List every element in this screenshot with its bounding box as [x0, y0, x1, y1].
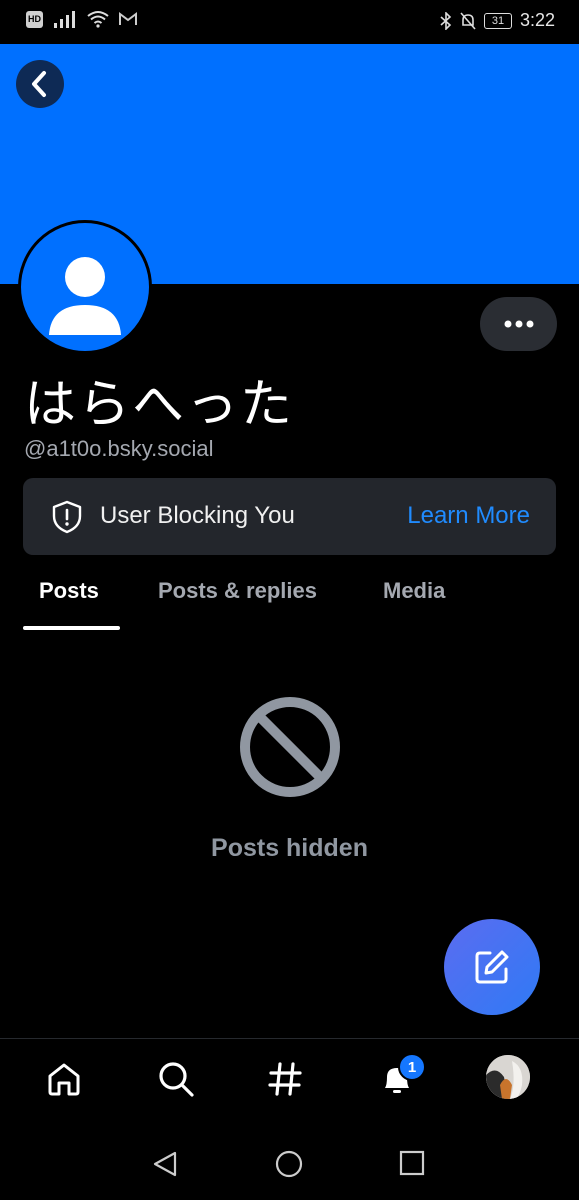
hashtag-icon: [268, 1062, 302, 1096]
wifi-icon: [87, 11, 109, 28]
system-back-icon[interactable]: [152, 1150, 178, 1178]
nav-profile-avatar[interactable]: [486, 1055, 530, 1099]
bottom-navigation: 1: [0, 1038, 579, 1121]
nav-home[interactable]: [44, 1059, 84, 1099]
block-notice: User Blocking You Learn More: [23, 478, 556, 555]
block-notice-text: User Blocking You: [100, 502, 295, 529]
chevron-left-icon: [32, 71, 46, 97]
profile-handle: @a1t0o.bsky.social: [24, 436, 214, 461]
gmail-icon: [119, 12, 137, 25]
more-options-button[interactable]: [480, 297, 557, 351]
notification-count-badge: 1: [398, 1053, 426, 1081]
default-user-icon: [49, 257, 121, 335]
bluetooth-icon: [440, 11, 452, 30]
battery-indicator: 31: [483, 12, 512, 29]
tab-posts-replies[interactable]: Posts & replies: [158, 578, 317, 604]
compose-icon: [475, 950, 509, 984]
search-icon: [159, 1062, 194, 1097]
system-navigation-bar: [0, 1120, 579, 1200]
status-left: HD: [26, 10, 137, 28]
status-time: 3:22: [519, 10, 555, 30]
signal-icon: [54, 11, 75, 28]
status-right: 31 3:22: [440, 10, 555, 31]
system-home-icon[interactable]: [275, 1150, 303, 1178]
user-photo-icon: [486, 1055, 530, 1099]
tab-posts[interactable]: Posts: [39, 578, 99, 604]
profile-avatar[interactable]: [18, 220, 152, 354]
posts-hidden-message: Posts hidden: [211, 834, 368, 862]
learn-more-link[interactable]: Learn More: [407, 502, 530, 530]
status-bar: HD 31 3:22: [0, 0, 579, 44]
back-button[interactable]: [16, 60, 64, 108]
hd-badge: HD: [26, 10, 43, 28]
ellipsis-icon: [504, 320, 533, 328]
system-recents-icon[interactable]: [399, 1150, 425, 1176]
compose-button[interactable]: [444, 919, 540, 1015]
prohibited-icon: [240, 697, 340, 797]
tab-media[interactable]: Media: [383, 578, 445, 604]
mute-bell-icon: [460, 11, 476, 30]
display-name: はらへった: [24, 375, 295, 435]
shield-alert-icon: [52, 500, 82, 534]
nav-search[interactable]: [156, 1059, 196, 1099]
nav-feeds[interactable]: [265, 1059, 305, 1099]
home-icon: [48, 1063, 80, 1096]
active-tab-indicator: [23, 626, 120, 630]
